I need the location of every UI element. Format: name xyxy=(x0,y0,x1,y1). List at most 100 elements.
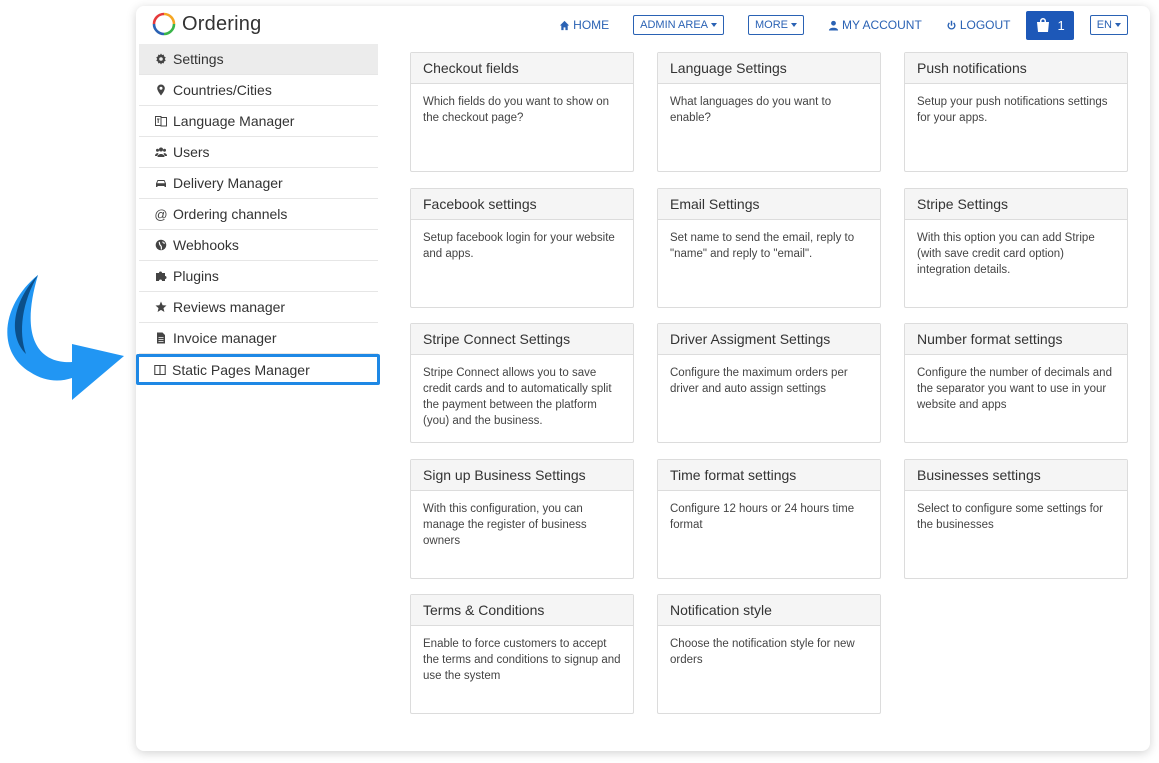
sidebar-item-label: Language Manager xyxy=(173,113,295,129)
settings-card-notification-style[interactable]: Notification style Choose the notificati… xyxy=(657,594,881,714)
card-title: Stripe Connect Settings xyxy=(411,324,633,355)
logout-link[interactable]: LOGOUT xyxy=(946,18,1011,32)
card-title: Driver Assigment Settings xyxy=(658,324,880,355)
settings-card-facebook-settings[interactable]: Facebook settings Setup facebook login f… xyxy=(410,188,634,308)
settings-card-signup-business-settings[interactable]: Sign up Business Settings With this conf… xyxy=(410,459,634,579)
card-description: Select to configure some settings for th… xyxy=(917,503,1104,531)
map-pin-icon xyxy=(155,84,167,96)
sidebar-item-invoice-manager[interactable]: Invoice manager xyxy=(139,323,378,354)
nav-home-link[interactable]: HOME xyxy=(559,18,609,32)
caret-down-icon xyxy=(711,23,718,27)
pointer-arrow-icon xyxy=(7,275,124,400)
my-account-link[interactable]: MY ACCOUNT xyxy=(828,18,922,32)
cart-count: 1 xyxy=(1057,17,1065,33)
logout-label: LOGOUT xyxy=(959,18,1011,32)
settings-sidebar: Settings Countries/Cities Language Manag… xyxy=(136,44,380,385)
card-description: Enable to force customers to accept the … xyxy=(423,638,621,682)
columns-icon xyxy=(154,364,166,376)
card-description: Configure the maximum orders per driver … xyxy=(670,367,848,395)
app-window: Ordering HOME ADMIN AREA MORE MY ACCOUNT xyxy=(136,6,1150,751)
card-description: Set name to send the email, reply to "na… xyxy=(670,232,855,260)
card-description: Which fields do you want to show on the … xyxy=(423,96,610,124)
card-title: Push notifications xyxy=(905,53,1127,84)
card-title: Language Settings xyxy=(658,53,880,84)
settings-card-push-notifications[interactable]: Push notifications Setup your push notif… xyxy=(904,52,1128,172)
more-dropdown[interactable]: MORE xyxy=(748,15,805,35)
puzzle-icon xyxy=(155,270,167,282)
card-description: With this option you can add Stripe (wit… xyxy=(917,232,1095,276)
sidebar-item-label: Settings xyxy=(173,51,224,67)
settings-card-email-settings[interactable]: Email Settings Set name to send the emai… xyxy=(657,188,881,308)
card-title: Notification style xyxy=(658,595,880,626)
app-name: Ordering xyxy=(182,12,262,35)
sidebar-item-label: Countries/Cities xyxy=(173,82,272,98)
sidebar-item-ordering-channels[interactable]: @ Ordering channels xyxy=(139,199,378,230)
my-account-label: MY ACCOUNT xyxy=(842,18,922,32)
card-description: Configure 12 hours or 24 hours time form… xyxy=(670,503,855,531)
user-icon xyxy=(828,20,839,31)
sidebar-item-plugins[interactable]: Plugins xyxy=(139,261,378,292)
power-icon xyxy=(947,20,956,30)
card-title: Checkout fields xyxy=(411,53,633,84)
app-logo[interactable]: Ordering xyxy=(152,12,261,36)
admin-area-label: ADMIN AREA xyxy=(640,19,709,31)
language-icon xyxy=(155,115,167,127)
sidebar-item-delivery-manager[interactable]: Delivery Manager xyxy=(139,168,378,199)
sidebar-item-label: Static Pages Manager xyxy=(172,361,310,378)
ordering-logo-icon xyxy=(152,12,176,36)
card-title: Businesses settings xyxy=(905,460,1127,491)
card-title: Facebook settings xyxy=(411,189,633,220)
users-icon xyxy=(155,146,167,158)
at-icon: @ xyxy=(154,206,168,222)
sidebar-item-users[interactable]: Users xyxy=(139,137,378,168)
settings-card-terms-conditions[interactable]: Terms & Conditions Enable to force custo… xyxy=(410,594,634,714)
card-title: Sign up Business Settings xyxy=(411,460,633,491)
settings-card-number-format-settings[interactable]: Number format settings Configure the num… xyxy=(904,323,1128,443)
sidebar-item-label: Ordering channels xyxy=(173,206,288,222)
settings-card-businesses-settings[interactable]: Businesses settings Select to configure … xyxy=(904,459,1128,579)
card-title: Terms & Conditions xyxy=(411,595,633,626)
sidebar-item-label: Plugins xyxy=(173,268,219,284)
settings-card-driver-assignment-settings[interactable]: Driver Assigment Settings Configure the … xyxy=(657,323,881,443)
sidebar-item-webhooks[interactable]: Webhooks xyxy=(139,230,378,261)
file-icon xyxy=(155,332,167,344)
sidebar-item-label: Users xyxy=(173,144,210,160)
settings-card-stripe-settings[interactable]: Stripe Settings With this option you can… xyxy=(904,188,1128,308)
globe-icon xyxy=(155,239,167,251)
sidebar-item-countries-cities[interactable]: Countries/Cities xyxy=(139,75,378,106)
card-description: Stripe Connect allows you to save credit… xyxy=(423,367,612,427)
caret-down-icon xyxy=(1115,23,1121,27)
top-navbar: Ordering HOME ADMIN AREA MORE MY ACCOUNT xyxy=(136,6,1150,44)
card-description: Choose the notification style for new or… xyxy=(670,638,855,666)
more-label: MORE xyxy=(755,19,789,31)
admin-area-dropdown[interactable]: ADMIN AREA xyxy=(633,15,725,35)
sidebar-item-static-pages-manager[interactable]: Static Pages Manager xyxy=(136,354,380,385)
settings-card-stripe-connect-settings[interactable]: Stripe Connect Settings Stripe Connect a… xyxy=(410,323,634,443)
sidebar-item-label: Reviews manager xyxy=(173,299,286,315)
caret-down-icon xyxy=(791,23,798,27)
card-description: Setup facebook login for your website an… xyxy=(423,232,615,260)
language-label: EN xyxy=(1096,19,1112,31)
sidebar-item-settings[interactable]: Settings xyxy=(139,44,378,75)
home-icon xyxy=(560,20,570,30)
card-description: Setup your push notifications settings f… xyxy=(917,96,1108,124)
card-title: Email Settings xyxy=(658,189,880,220)
settings-card-language-settings[interactable]: Language Settings What languages do you … xyxy=(657,52,881,172)
card-title: Time format settings xyxy=(658,460,880,491)
language-dropdown[interactable]: EN xyxy=(1089,15,1128,35)
card-description: What languages do you want to enable? xyxy=(670,96,832,124)
sidebar-item-label: Invoice manager xyxy=(173,330,277,346)
sidebar-item-language-manager[interactable]: Language Manager xyxy=(139,106,378,137)
nav-menu: HOME ADMIN AREA MORE MY ACCOUNT LOGOUT 1 xyxy=(559,10,1128,40)
gear-icon xyxy=(155,53,167,65)
nav-home-label: HOME xyxy=(573,18,610,32)
sidebar-item-label: Webhooks xyxy=(173,237,239,253)
cart-button[interactable]: 1 xyxy=(1026,10,1074,40)
shopping-bag-icon xyxy=(1037,18,1050,32)
car-icon xyxy=(155,177,167,189)
sidebar-item-reviews-manager[interactable]: Reviews manager xyxy=(139,292,378,323)
card-title: Stripe Settings xyxy=(905,189,1127,220)
settings-card-checkout-fields[interactable]: Checkout fields Which fields do you want… xyxy=(410,52,634,172)
settings-card-time-format-settings[interactable]: Time format settings Configure 12 hours … xyxy=(657,459,881,579)
sidebar-item-label: Delivery Manager xyxy=(173,175,283,191)
